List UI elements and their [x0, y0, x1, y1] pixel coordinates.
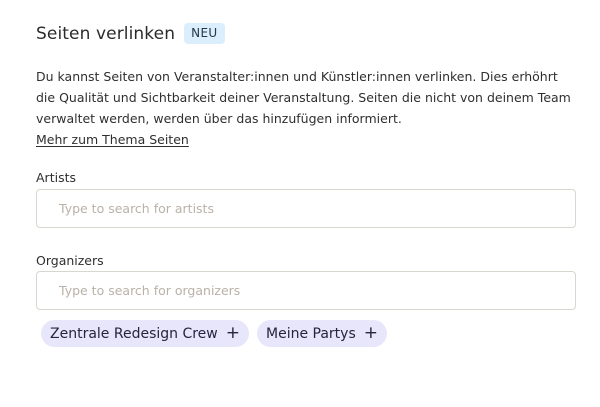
organizer-suggestions: Zentrale Redesign Crew + Meine Partys + — [41, 320, 387, 347]
description-text: Du kannst Seiten von Veranstalter:innen … — [36, 69, 571, 126]
plus-icon: + — [363, 323, 378, 343]
more-info-link[interactable]: Mehr zum Thema Seiten — [36, 129, 189, 150]
organizers-search-input[interactable] — [36, 271, 576, 310]
section-description: Du kannst Seiten von Veranstalter:innen … — [36, 66, 576, 150]
new-badge: NEU — [184, 23, 225, 44]
section-title: Seiten verlinken — [36, 23, 176, 44]
artists-search-input[interactable] — [36, 189, 576, 228]
suggestion-chip-zentrale-redesign-crew[interactable]: Zentrale Redesign Crew + — [41, 320, 249, 347]
organizers-label: Organizers — [36, 253, 104, 268]
suggestion-chip-label: Zentrale Redesign Crew — [50, 325, 218, 342]
artists-label: Artists — [36, 170, 76, 185]
section-header: Seiten verlinken NEU — [36, 23, 225, 44]
suggestion-chip-label: Meine Partys — [266, 325, 356, 342]
suggestion-chip-meine-partys[interactable]: Meine Partys + — [257, 320, 387, 347]
plus-icon: + — [225, 323, 240, 343]
